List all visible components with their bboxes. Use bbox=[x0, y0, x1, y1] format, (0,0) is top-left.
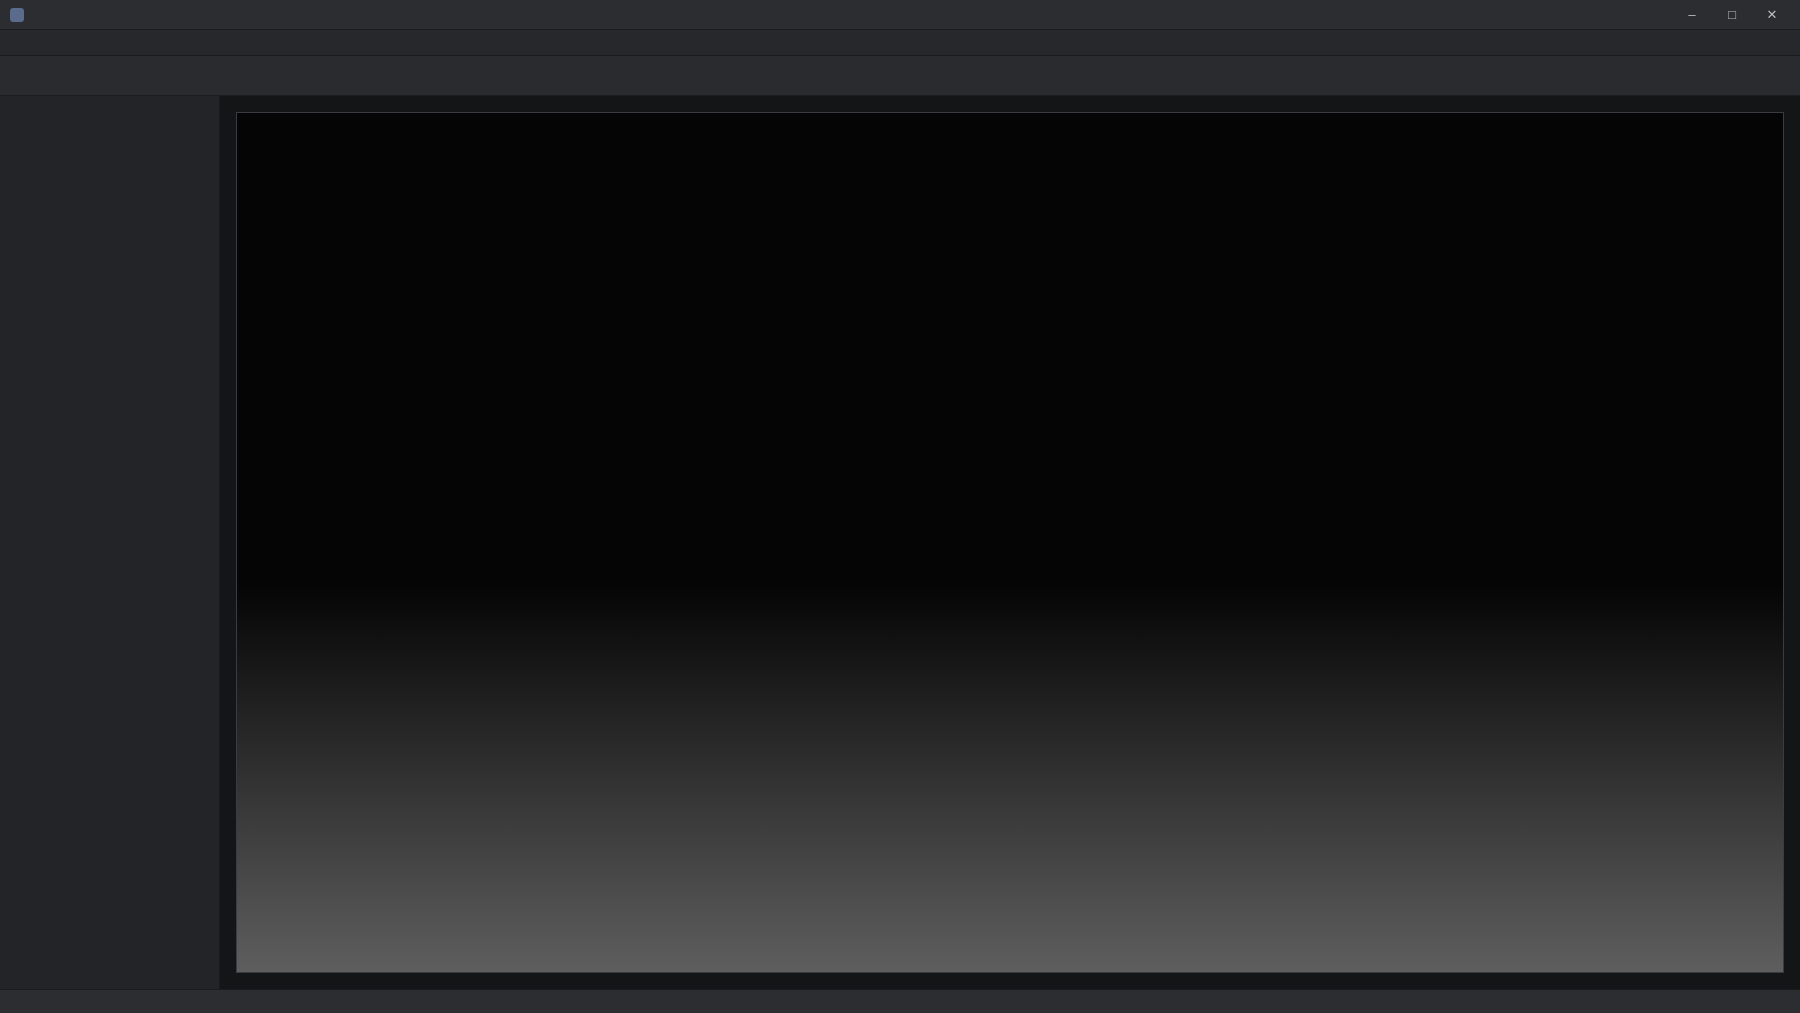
app-window: – □ ✕ bbox=[0, 0, 1800, 1013]
status-bar bbox=[0, 989, 1800, 1013]
title-bar: – □ ✕ bbox=[0, 0, 1800, 30]
close-icon[interactable]: ✕ bbox=[1754, 4, 1790, 26]
workspace bbox=[0, 96, 1800, 989]
main-area bbox=[220, 96, 1800, 989]
minimize-icon[interactable]: – bbox=[1674, 4, 1710, 26]
toolbar bbox=[0, 56, 1800, 96]
viewport-canvas[interactable] bbox=[236, 112, 1784, 973]
app-icon bbox=[10, 7, 24, 22]
menu-bar bbox=[0, 30, 1800, 56]
window-controls: – □ ✕ bbox=[1674, 4, 1790, 26]
maximize-icon[interactable]: □ bbox=[1714, 4, 1750, 26]
sidebar bbox=[0, 96, 220, 989]
